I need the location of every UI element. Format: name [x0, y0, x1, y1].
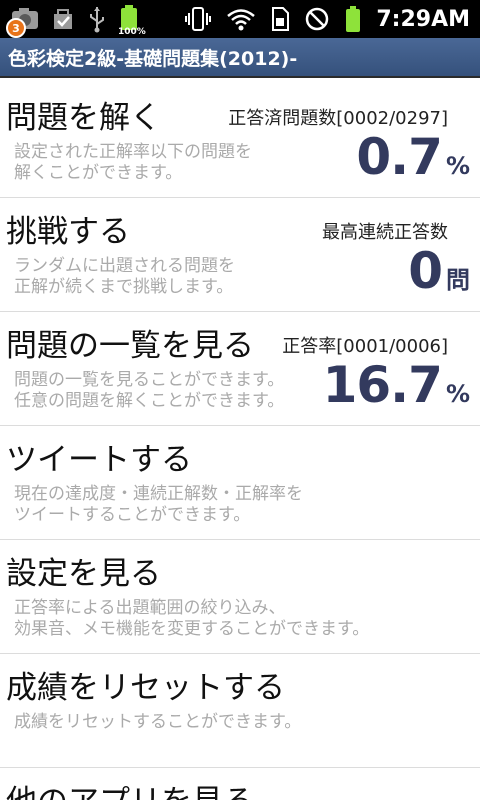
description-line: 設定された正解率以下の問題を [14, 142, 252, 162]
description-line: ランダムに出題される問題を [14, 256, 235, 276]
description-line: 正解が続くまで挑戦します。 [14, 277, 234, 297]
app-title: 色彩検定2級-基礎問題集(2012)- [8, 47, 298, 70]
menu-item-title: 他のアプリを見る [6, 776, 254, 800]
description-line: 現在の達成度・連続正解数・正解率を [14, 484, 303, 504]
status-bar-system: 7:29AM [184, 3, 470, 35]
menu-item-title: 問題の一覧を見る [6, 328, 254, 364]
description-line: 正答率による出題範囲の絞り込み、 [14, 598, 286, 618]
status-clock: 7:29AM [376, 6, 470, 32]
stat-unit: 問 [446, 266, 470, 294]
photo-notification-icon[interactable]: 3 [6, 6, 40, 38]
description-line: 成績をリセットすることができます。 [14, 712, 302, 732]
menu-item-other-apps[interactable]: 他のアプリを見る [0, 768, 480, 800]
description-line: ツイートすることができます。 [14, 505, 251, 525]
answered-count-label: 正答済問題数[0002/0297] [228, 108, 448, 129]
main-menu-list: 問題を解く 設定された正解率以下の問題を 解くことができます。 正答済問題数[0… [0, 84, 480, 800]
usb-icon[interactable] [86, 5, 108, 33]
app-title-bar: 色彩検定2級-基礎問題集(2012)- [0, 38, 480, 78]
no-signal-icon [304, 6, 330, 32]
task-done-icon[interactable] [50, 6, 76, 32]
stat-number: 0.7 [356, 128, 443, 186]
menu-item-solve-problems[interactable]: 問題を解く 設定された正解率以下の問題を 解くことができます。 正答済問題数[0… [0, 84, 480, 198]
battery-icon [344, 5, 362, 33]
menu-item-settings[interactable]: 設定を見る 正答率による出題範囲の絞り込み、 効果音、メモ機能を変更することがで… [0, 540, 480, 654]
title-divider [0, 78, 480, 82]
stat-unit: % [445, 380, 470, 408]
best-streak-label: 最高連続正答数 [322, 222, 448, 243]
description-line: 効果音、メモ機能を変更することができます。 [14, 619, 370, 639]
menu-item-description: 現在の達成度・連続正解数・正解率を ツイートすることができます。 [14, 484, 303, 526]
stat-number: 0 [408, 242, 443, 300]
notification-count-badge: 3 [6, 18, 26, 38]
battery-full-icon[interactable]: 100% [118, 4, 146, 37]
menu-item-title: 挑戦する [6, 214, 130, 250]
menu-item-description: ランダムに出題される問題を 正解が続くまで挑戦します。 [14, 256, 235, 298]
vibrate-icon [184, 6, 212, 32]
status-bar: 3 100% 7:29AM [0, 0, 480, 38]
menu-item-description: 設定された正解率以下の問題を 解くことができます。 [14, 142, 252, 184]
answered-rate-value: 0.7 % [356, 128, 470, 186]
menu-item-title: 問題を解く [6, 100, 161, 136]
menu-item-tweet[interactable]: ツイートする 現在の達成度・連続正解数・正解率を ツイートすることができます。 [0, 426, 480, 540]
sim-card-icon [270, 6, 290, 32]
menu-item-problem-list[interactable]: 問題の一覧を見る 問題の一覧を見ることができます。 任意の問題を解くことができま… [0, 312, 480, 426]
menu-item-challenge[interactable]: 挑戦する ランダムに出題される問題を 正解が続くまで挑戦します。 最高連続正答数… [0, 198, 480, 312]
wifi-icon [226, 7, 256, 31]
stat-number: 16.7 [322, 356, 443, 414]
status-bar-notifications: 3 100% [6, 3, 146, 38]
menu-item-description: 正答率による出題範囲の絞り込み、 効果音、メモ機能を変更することができます。 [14, 598, 369, 640]
menu-item-description: 成績をリセットすることができます。 [14, 712, 301, 733]
menu-item-title: 設定を見る [6, 556, 161, 592]
menu-item-title: ツイートする [6, 442, 192, 478]
menu-item-reset-score[interactable]: 成績をリセットする 成績をリセットすることができます。 [0, 654, 480, 768]
menu-item-title: 成績をリセットする [6, 670, 285, 706]
accuracy-value: 16.7 % [323, 356, 470, 414]
description-line: 任意の問題を解くことができます。 [14, 391, 285, 411]
description-line: 問題の一覧を見ることができます。 [14, 370, 285, 390]
accuracy-label: 正答率[0001/0006] [282, 336, 448, 357]
stat-unit: % [445, 152, 470, 180]
description-line: 解くことができます。 [14, 163, 183, 183]
menu-item-description: 問題の一覧を見ることができます。 任意の問題を解くことができます。 [14, 370, 284, 412]
best-streak-value: 0 問 [408, 242, 470, 300]
battery-percent-label: 100% [118, 27, 146, 37]
